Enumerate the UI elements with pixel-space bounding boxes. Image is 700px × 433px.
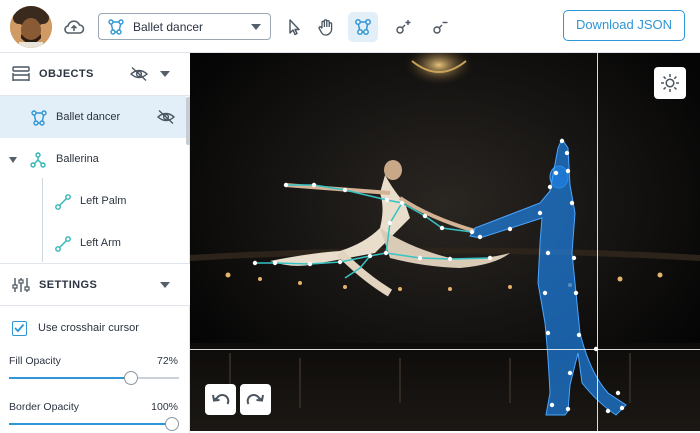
crosshair-vertical <box>597 53 598 431</box>
fill-opacity-value: 72% <box>156 355 178 367</box>
skeleton-icon <box>31 110 47 126</box>
object-item-left-arm[interactable]: Left Arm <box>0 222 186 264</box>
object-item-ballet-dancer[interactable]: Ballet dancer <box>0 96 186 138</box>
skeleton-icon <box>355 19 371 35</box>
dataset-select-value: Ballet dancer <box>133 20 204 34</box>
chevron-down-icon[interactable] <box>160 71 170 77</box>
redo-icon <box>246 393 264 405</box>
remove-point-icon <box>433 21 448 34</box>
pan-hand-tool-button[interactable] <box>311 12 341 42</box>
add-point-icon <box>396 20 411 34</box>
bone-icon <box>55 236 71 252</box>
visibility-off-icon[interactable] <box>156 109 176 125</box>
top-toolbar: Ballet dancer Download JSON <box>0 0 700 53</box>
undo-button[interactable] <box>205 384 236 415</box>
object-item-ballerina[interactable]: Ballerina <box>0 138 186 180</box>
chevron-down-icon[interactable] <box>9 157 17 163</box>
slider-handle[interactable] <box>165 417 179 431</box>
settings-section-title: SETTINGS <box>39 279 98 291</box>
fill-opacity-slider[interactable] <box>9 371 179 385</box>
brightness-icon <box>661 74 679 92</box>
sliders-icon <box>12 278 30 292</box>
skeleton-tool-button[interactable] <box>348 12 378 42</box>
cloud-upload-icon[interactable] <box>62 15 86 39</box>
download-json-button[interactable]: Download JSON <box>563 10 685 41</box>
object-item-left-palm[interactable]: Left Palm <box>0 180 186 222</box>
objects-section-header[interactable]: OBJECTS <box>0 53 190 95</box>
stage-photo <box>190 53 700 431</box>
border-opacity-slider[interactable] <box>9 417 179 431</box>
visibility-off-icon[interactable] <box>129 66 149 82</box>
slider-fill <box>9 377 131 379</box>
add-point-tool-button[interactable] <box>388 12 418 42</box>
annotation-canvas[interactable] <box>190 53 700 431</box>
redo-button[interactable] <box>240 384 271 415</box>
remove-point-tool-button[interactable] <box>425 12 455 42</box>
skeleton-icon <box>108 19 124 35</box>
slider-fill <box>9 423 179 425</box>
checkmark-icon <box>14 323 25 333</box>
chevron-down-icon <box>251 24 261 30</box>
layers-icon <box>12 66 30 81</box>
dataset-select[interactable]: Ballet dancer <box>98 13 271 40</box>
object-item-label: Left Arm <box>80 237 121 249</box>
objects-section-title: OBJECTS <box>39 68 94 80</box>
object-item-label: Ballet dancer <box>56 111 121 123</box>
crosshair-checkbox[interactable] <box>12 321 27 336</box>
sidebar: OBJECTS Ballet dancer Ballerina Left Pal… <box>0 53 190 433</box>
bone-icon <box>55 194 71 210</box>
fill-opacity-label: Fill Opacity <box>9 355 61 367</box>
chevron-down-icon[interactable] <box>160 282 170 288</box>
pointer-tool-button[interactable] <box>279 12 309 42</box>
divider <box>0 305 190 306</box>
slider-handle[interactable] <box>124 371 138 385</box>
border-opacity-value: 100% <box>151 401 178 413</box>
brightness-button[interactable] <box>654 67 686 99</box>
object-item-label: Left Palm <box>80 195 127 207</box>
crosshair-checkbox-label: Use crosshair cursor <box>38 322 139 334</box>
cursor-arrow-icon <box>289 19 300 36</box>
object-item-label: Ballerina <box>56 153 99 165</box>
crosshair-horizontal <box>190 349 700 350</box>
undo-icon <box>212 393 230 405</box>
border-opacity-label: Border Opacity <box>9 401 80 413</box>
user-avatar[interactable] <box>10 6 52 48</box>
skeleton-group-icon <box>30 152 46 168</box>
hand-icon <box>318 19 333 36</box>
settings-section-header[interactable]: SETTINGS <box>0 264 190 306</box>
